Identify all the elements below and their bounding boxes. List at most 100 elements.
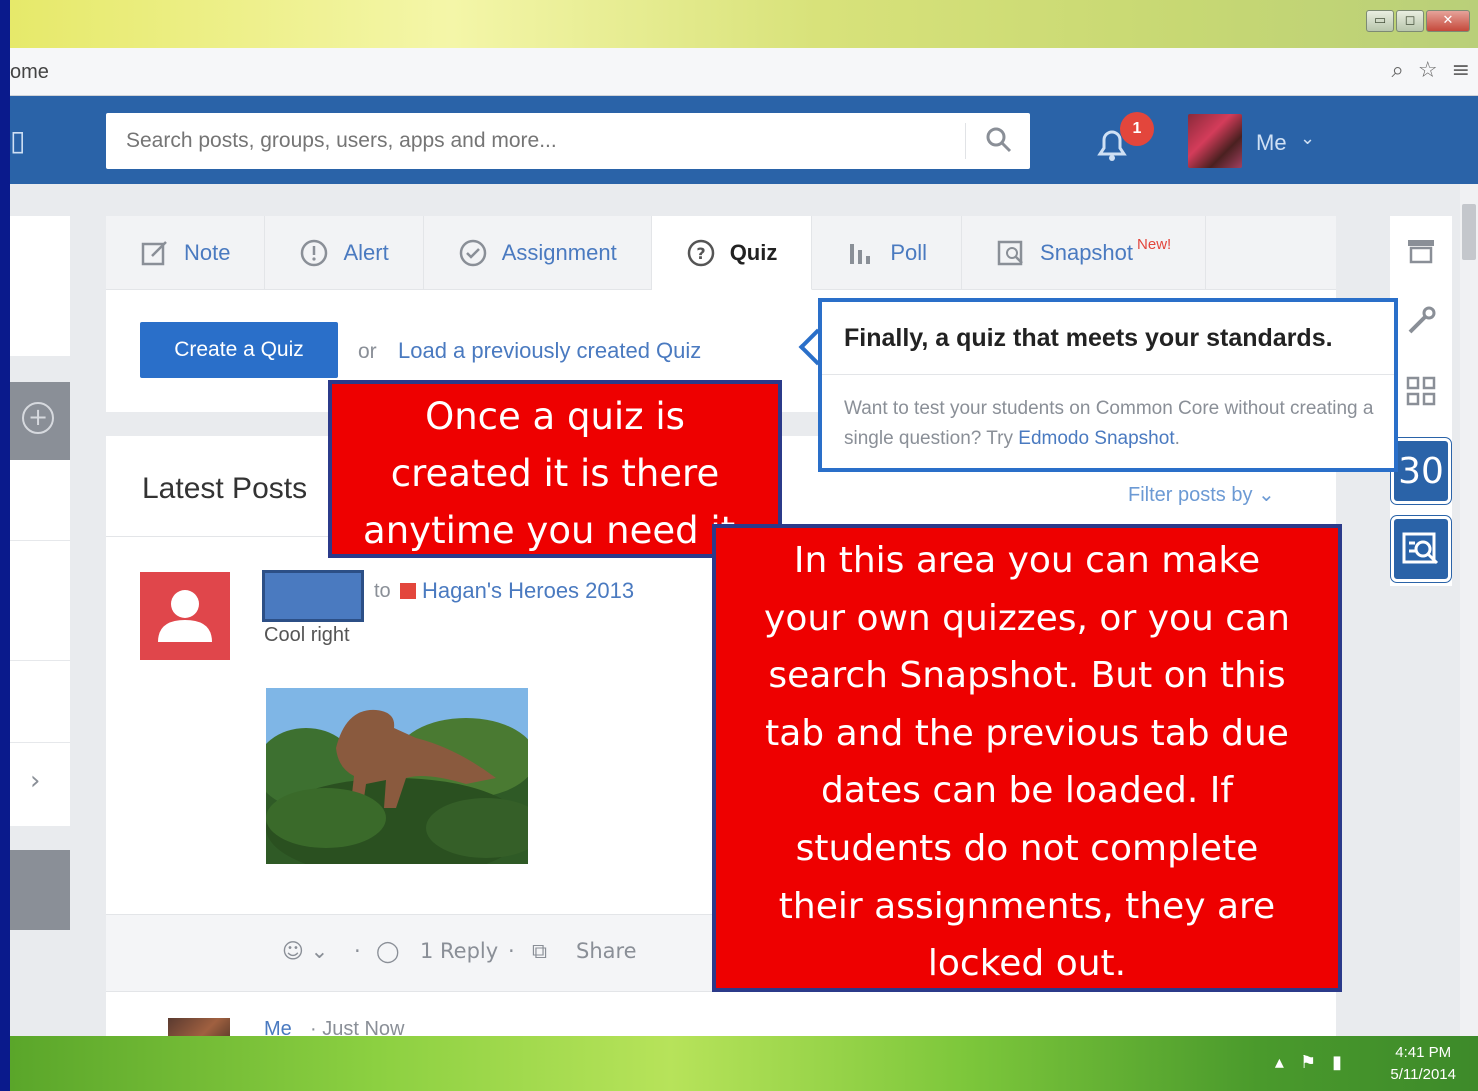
bookmark-star-icon[interactable]: ☆: [1418, 58, 1438, 83]
tooltip-body: Want to test your students on Common Cor…: [844, 394, 1384, 454]
post-author-avatar[interactable]: [140, 572, 230, 660]
taskbar-clock[interactable]: 4:41 PM 5/11/2014: [1390, 1042, 1456, 1086]
dinosaur-photo: [266, 688, 528, 864]
callout-line: In this area you can make: [793, 540, 1261, 581]
calendar-icon[interactable]: 30: [1391, 438, 1451, 504]
filter-posts-dropdown[interactable]: Filter posts by ⌄: [1128, 482, 1275, 507]
create-quiz-button[interactable]: Create a Quiz: [140, 322, 338, 378]
windows-taskbar: ▴⚑▮ 4:41 PM 5/11/2014: [10, 1036, 1478, 1091]
tab-label: Quiz: [729, 239, 778, 265]
scrollbar[interactable]: [1460, 184, 1478, 1036]
sidebar-divider: [10, 660, 70, 661]
latest-posts-heading: Latest Posts: [142, 472, 308, 505]
book-logo-icon[interactable]: ▯: [10, 124, 25, 157]
alert-icon: [301, 239, 328, 267]
clock-time: 4:41 PM: [1395, 1044, 1452, 1061]
post-image-dinosaur[interactable]: [266, 688, 528, 864]
callout-line: your own quizzes, or you can: [764, 597, 1290, 639]
callout-line: tab and the previous tab due: [765, 712, 1289, 754]
divider: [822, 374, 1394, 375]
user-menu-label[interactable]: Me: [1256, 130, 1287, 156]
scrollbar-thumb[interactable]: [1462, 204, 1476, 260]
svg-text:?: ?: [696, 244, 705, 263]
quiz-icon: ?: [687, 239, 714, 266]
search-input[interactable]: [106, 113, 966, 169]
tab-label: Assignment: [501, 240, 617, 265]
window-titlebar: ▭ ◻ ✕: [10, 0, 1478, 48]
apps-grid-icon: [1406, 376, 1436, 406]
close-button[interactable]: ✕: [1426, 10, 1470, 32]
tab-assignment[interactable]: Assignment: [424, 216, 652, 290]
search-divider: [965, 123, 966, 159]
tab-label: Alert: [343, 240, 389, 265]
tab-label: Note: [184, 240, 231, 265]
tooltip-title: Finally, a quiz that meets your standard…: [844, 324, 1333, 352]
wrench-icon: [1408, 306, 1436, 334]
default-user-icon: [158, 590, 212, 642]
callout-line: dates can be loaded. If: [820, 770, 1234, 812]
sidebar-footer-block[interactable]: [10, 850, 70, 930]
minimize-button[interactable]: ▭: [1366, 10, 1394, 32]
poll-icon: [850, 244, 871, 264]
rail-store[interactable]: [1390, 216, 1452, 286]
callout-line: Once a quiz is: [425, 395, 685, 438]
add-group-icon[interactable]: +: [22, 402, 54, 434]
share-icon[interactable]: ⧉: [532, 939, 547, 964]
tooltip-body-end: .: [1174, 428, 1180, 449]
snapshot-promo-tooltip: Finally, a quiz that meets your standard…: [818, 298, 1398, 472]
search-icon[interactable]: [984, 125, 1014, 155]
tab-note[interactable]: Note: [106, 216, 266, 290]
composer-tabs: Note Alert Assignment ? Quiz Poll Snapsh…: [106, 216, 1336, 290]
share-link[interactable]: Share: [576, 939, 637, 963]
callout-line: their assignments, they are: [778, 885, 1276, 927]
store-icon: [1408, 240, 1434, 264]
load-previous-quiz-link[interactable]: Load a previously created Quiz: [398, 338, 701, 364]
tab-quiz[interactable]: ? Quiz: [651, 216, 813, 290]
callout-line: search Snapshot. But on this: [768, 655, 1286, 697]
group-link[interactable]: Hagan's Heroes 2013: [422, 578, 634, 604]
separator-dot: ·: [508, 939, 515, 963]
sidebar-divider: [10, 742, 70, 743]
redacted-author-name[interactable]: [262, 570, 364, 622]
tab-snapshot[interactable]: Snapshot New!: [962, 216, 1207, 290]
group-color-icon: [400, 583, 416, 599]
maximize-button[interactable]: ◻: [1396, 10, 1424, 32]
search-bar: [106, 113, 1030, 169]
callout-line: locked out.: [927, 943, 1127, 985]
notification-count-badge: 1: [1120, 112, 1154, 146]
browser-address-bar[interactable]: ome ⌕ ☆ ≡: [10, 48, 1478, 96]
tab-poll[interactable]: Poll: [812, 216, 963, 290]
reply-icon[interactable]: ◯: [376, 939, 400, 963]
screen-frame: ▭ ◻ ✕ ome ⌕ ☆ ≡ ▯ 1 Me ⌄: [10, 0, 1478, 1091]
clock-date: 5/11/2014: [1390, 1066, 1456, 1083]
note-icon: [141, 241, 167, 266]
post-text: Cool right: [264, 624, 350, 646]
app-top-nav: ▯ 1 Me ⌄: [10, 96, 1478, 184]
annotation-callout-quiz-area: In this area you can make your own quizz…: [712, 524, 1342, 992]
zoom-icon[interactable]: ⌕: [1392, 58, 1404, 83]
tab-alert[interactable]: Alert: [265, 216, 424, 290]
callout-line: created it is there: [390, 452, 720, 495]
assignment-icon: [459, 239, 486, 267]
reaction-icon[interactable]: ☺ ⌄: [282, 939, 328, 963]
calendar-day: 30: [1398, 450, 1444, 492]
rail-apps[interactable]: [1390, 356, 1452, 426]
chevron-down-icon[interactable]: ⌄: [1300, 128, 1315, 149]
snapshot-icon: [997, 240, 1023, 266]
system-tray-icons[interactable]: ▴⚑▮: [1275, 1052, 1358, 1073]
snapshot-search-icon: [1402, 532, 1439, 565]
tab-label: Poll: [890, 240, 928, 265]
rail-tools[interactable]: [1390, 286, 1452, 356]
to-text: to: [374, 580, 391, 602]
user-avatar[interactable]: [1188, 114, 1242, 168]
snapshot-rail-icon[interactable]: [1391, 516, 1451, 582]
address-text[interactable]: ome: [10, 61, 49, 84]
separator-dot: ·: [354, 939, 361, 963]
reply-link[interactable]: 1 Reply: [420, 939, 498, 963]
chevron-right-icon[interactable]: ›: [30, 766, 40, 796]
tab-label: Snapshot: [1040, 240, 1134, 265]
or-text: or: [358, 340, 377, 363]
edmodo-snapshot-link[interactable]: Edmodo Snapshot: [1018, 428, 1174, 449]
sidebar-card: [10, 216, 70, 356]
browser-menu-icon[interactable]: ≡: [1452, 58, 1470, 83]
